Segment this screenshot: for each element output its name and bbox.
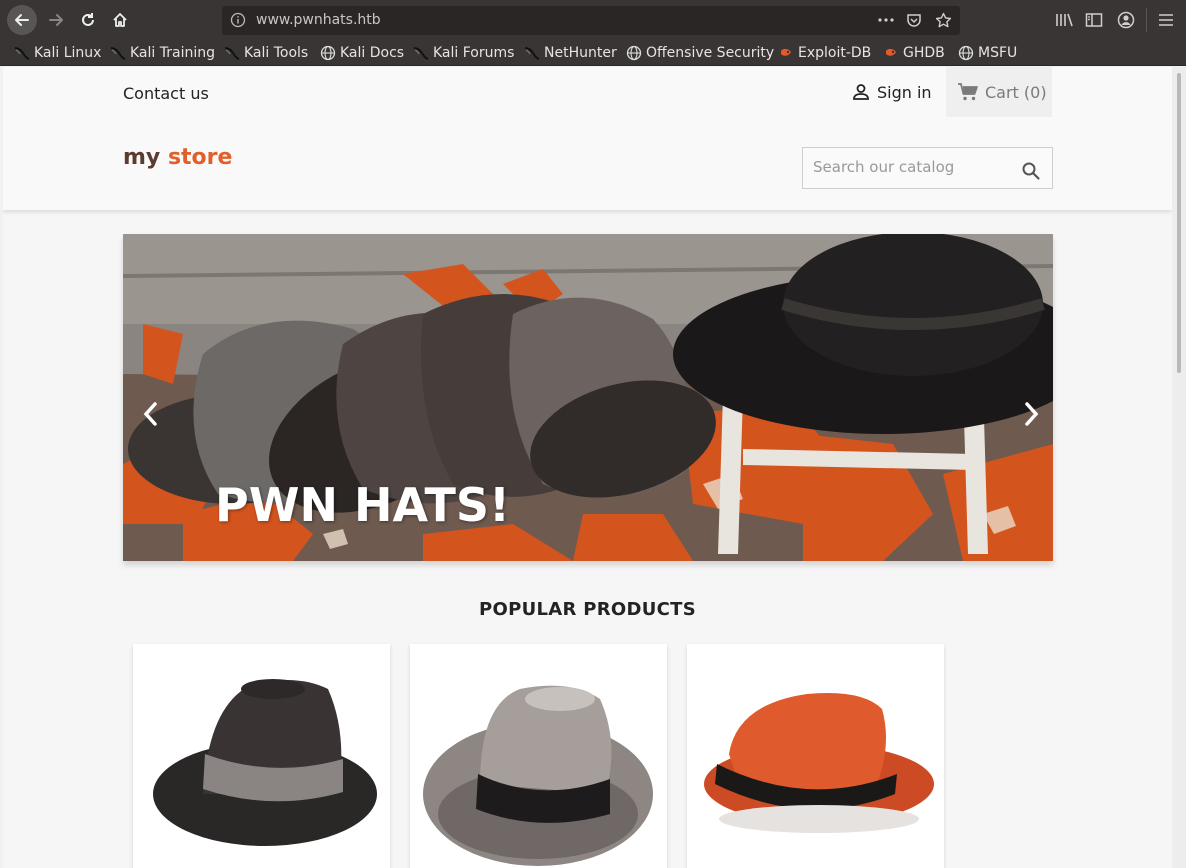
toolbar-divider	[1146, 8, 1147, 32]
globe-icon	[320, 45, 336, 61]
sign-in-label: Sign in	[877, 82, 932, 102]
bookmark-msfu[interactable]: MSFU	[958, 43, 1017, 63]
cart-button[interactable]: Cart (0)	[946, 67, 1052, 117]
reload-icon	[82, 13, 94, 26]
search-input[interactable]	[813, 158, 1013, 176]
page-scrollbar[interactable]	[1172, 67, 1186, 868]
bookmark-star-icon[interactable]	[933, 10, 953, 30]
url-bar[interactable]: www.pwnhats.htb	[222, 6, 960, 35]
cart-label: Cart (0)	[985, 82, 1047, 102]
account-icon[interactable]	[1116, 10, 1136, 30]
bookmark-label: Offensive Security	[646, 45, 775, 61]
home-button[interactable]	[105, 5, 135, 35]
bookmark-offensive-security[interactable]: Offensive Security	[626, 43, 774, 63]
bookmark-kali-tools[interactable]: Kali Tools	[224, 43, 308, 63]
scrollbar-thumb[interactable]	[1177, 73, 1181, 373]
bookmark-kali-training[interactable]: Kali Training	[110, 43, 215, 63]
globe-icon	[958, 45, 974, 61]
hero-carousel[interactable]: PWN HATS!	[123, 234, 1053, 561]
product-card[interactable]	[687, 644, 944, 868]
home-icon	[113, 13, 127, 27]
globe-icon	[626, 45, 642, 61]
user-icon	[853, 84, 869, 100]
logo-text-my: my	[123, 145, 161, 170]
back-button[interactable]	[7, 5, 37, 35]
kali-dragon-icon	[524, 47, 540, 60]
bookmark-label: Kali Tools	[244, 45, 309, 61]
bookmark-label: Kali Training	[130, 45, 215, 61]
popular-products-heading: POPULAR PRODUCTS	[479, 599, 696, 620]
product-image-orange-fedora	[704, 693, 934, 833]
exploitdb-icon	[781, 48, 791, 56]
url-text[interactable]: www.pwnhats.htb	[256, 12, 381, 28]
arrow-right-icon	[49, 14, 63, 26]
site-header: Contact us Sign in Cart (0) my store	[3, 67, 1172, 210]
pocket-icon[interactable]	[904, 10, 924, 30]
product-image-grey-fedora	[423, 685, 653, 866]
sidebar-icon[interactable]	[1084, 10, 1104, 30]
product-card[interactable]	[133, 644, 390, 868]
sign-in-link[interactable]: Sign in	[851, 82, 932, 102]
bookmarks-bar: Kali Linux Kali Training Kali Tools Kali…	[0, 40, 1186, 66]
kali-dragon-icon	[413, 47, 429, 60]
browser-toolbar: www.pwnhats.htb	[0, 0, 1186, 40]
bookmark-nethunter[interactable]: NetHunter	[524, 43, 617, 63]
bookmark-label: NetHunter	[544, 45, 617, 61]
store-logo[interactable]: my store	[123, 145, 232, 170]
carousel-next-button[interactable]	[1017, 394, 1047, 434]
search-button[interactable]	[1020, 160, 1042, 182]
bookmark-label: Kali Forums	[433, 45, 515, 61]
logo-text-store: store	[167, 145, 233, 170]
bookmark-label: Kali Docs	[340, 45, 405, 61]
shopping-cart-icon	[958, 83, 978, 101]
carousel-caption: PWN HATS!	[215, 478, 510, 532]
bookmark-label: MSFU	[978, 45, 1018, 61]
reload-button[interactable]	[73, 5, 103, 35]
carousel-prev-button[interactable]	[135, 394, 165, 434]
bookmark-kali-forums[interactable]: Kali Forums	[413, 43, 514, 63]
forward-button[interactable]	[41, 5, 71, 35]
chevron-right-icon	[1025, 402, 1039, 426]
bookmark-label: Kali Linux	[34, 45, 102, 61]
bookmark-kali-docs[interactable]: Kali Docs	[320, 43, 404, 63]
library-icon[interactable]	[1054, 10, 1074, 30]
menu-icon[interactable]	[1156, 10, 1176, 30]
chevron-left-icon	[143, 402, 157, 426]
product-image-black-fedora	[153, 679, 377, 846]
kali-dragon-icon	[14, 47, 30, 60]
exploitdb-icon	[886, 48, 896, 56]
info-icon[interactable]	[228, 10, 248, 30]
page-viewport: Contact us Sign in Cart (0) my store Sea…	[3, 67, 1172, 868]
kali-dragon-icon	[224, 47, 240, 60]
page-actions-icon[interactable]	[876, 10, 896, 30]
bookmark-label: GHDB	[903, 45, 945, 61]
bookmark-ghdb[interactable]: GHDB	[883, 43, 945, 63]
bookmark-label: Exploit-DB	[798, 45, 872, 61]
contact-us-link[interactable]: Contact us	[123, 84, 209, 103]
search-icon	[1022, 162, 1040, 180]
search-widget	[802, 147, 1053, 189]
arrow-left-icon	[15, 14, 29, 26]
bookmark-exploit-db[interactable]: Exploit-DB	[778, 43, 871, 63]
kali-dragon-icon	[110, 47, 126, 60]
bookmark-kali-linux[interactable]: Kali Linux	[14, 43, 101, 63]
product-card[interactable]	[410, 644, 667, 868]
